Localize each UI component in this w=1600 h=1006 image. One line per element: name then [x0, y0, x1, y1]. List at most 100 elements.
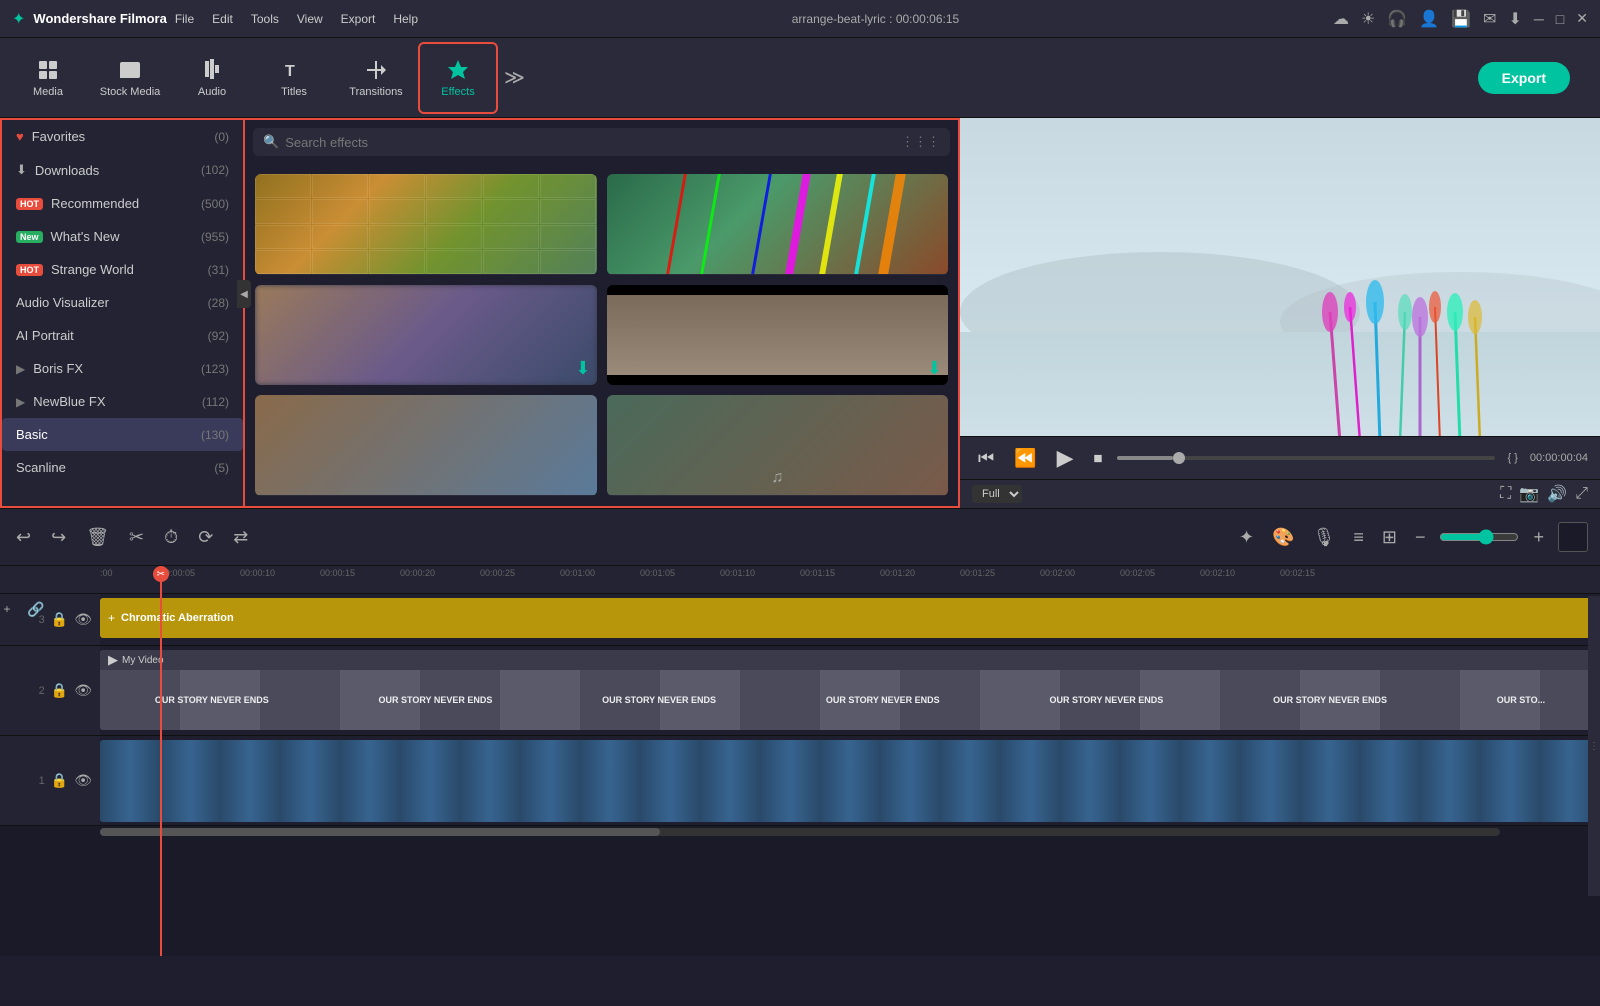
eye-icon-3[interactable]: 👁 — [74, 611, 92, 628]
fullscreen-btn[interactable]: ⤢ — [1575, 485, 1588, 503]
fx-btn[interactable]: ✦ — [1235, 523, 1258, 552]
add-track-btn[interactable]: + — [0, 594, 14, 624]
zoom-slider[interactable] — [1439, 529, 1519, 545]
stock-media-tool-btn[interactable]: Stock Media — [90, 42, 170, 114]
audio-clip[interactable] — [100, 740, 1600, 822]
screenshot-btn[interactable]: 📷 — [1519, 484, 1539, 504]
app-logo-icon: ✦ — [12, 9, 25, 29]
grid-view-icon[interactable]: ⋮⋮⋮ — [901, 134, 940, 150]
speed-ramp-btn[interactable]: ≡ — [1349, 523, 1368, 552]
sidebar-item-basic[interactable]: Basic (130) — [2, 418, 243, 451]
cloud-icon[interactable]: ☁ — [1333, 9, 1349, 29]
audio-tool-btn[interactable]: Audio — [172, 42, 252, 114]
close-button[interactable]: ✕ — [1576, 10, 1588, 27]
download-icon[interactable]: ⬇ — [1508, 9, 1521, 29]
scrollbar-track — [100, 828, 1500, 836]
tick-7: 00:01:05 — [640, 568, 675, 578]
audio-btn[interactable]: 🎙 — [1309, 523, 1340, 552]
ripple-btn[interactable]: ⇄ — [229, 523, 252, 552]
menu-export[interactable]: Export — [341, 12, 376, 26]
timeline-ruler: :00 00:00:05 00:00:10 00:00:15 00:00:20 … — [0, 566, 1600, 594]
stop-btn[interactable]: ⏹ — [1088, 446, 1109, 471]
titles-tool-btn[interactable]: T Titles — [254, 42, 334, 114]
quality-select[interactable]: Full 1/2 1/4 — [972, 485, 1022, 503]
color-btn[interactable]: 🎨 — [1268, 523, 1298, 552]
search-input[interactable] — [285, 135, 895, 150]
effect-card-basic-blur[interactable]: ⬇ Basic Blur — [255, 285, 597, 386]
sidebar-item-recommended[interactable]: HOT Recommended (500) — [2, 187, 243, 220]
effect-card-chromatic[interactable]: Chromatic Aberration — [607, 174, 949, 275]
skip-back-btn[interactable]: ⏮ — [972, 446, 1000, 471]
sidebar-collapse-btn[interactable]: ◀ — [237, 280, 245, 308]
volume-btn[interactable]: 🔊 — [1547, 484, 1567, 504]
link-btn[interactable]: 🔗 — [28, 594, 44, 624]
undo-btn[interactable]: ↩ — [12, 523, 35, 552]
transitions-tool-btn[interactable]: Transitions — [336, 42, 416, 114]
more-tools-btn[interactable]: ≫ — [504, 65, 525, 90]
step-back-btn[interactable]: ⏪ — [1008, 446, 1042, 471]
menu-view[interactable]: View — [297, 12, 323, 26]
playhead-line[interactable] — [160, 566, 162, 956]
sun-icon[interactable]: ☀ — [1361, 9, 1375, 29]
scissors-btn[interactable]: ✂ — [125, 523, 148, 552]
eye-icon-2[interactable]: 👁 — [74, 682, 92, 699]
menu-help[interactable]: Help — [393, 12, 418, 26]
audio-track: 1 🔒 👁 — [0, 736, 1600, 826]
hot-badge-strange: HOT — [16, 264, 43, 276]
sidebar-item-ai-portrait[interactable]: AI Portrait (92) — [2, 319, 243, 352]
sidebar-item-strange-world[interactable]: HOT Strange World (31) — [2, 253, 243, 286]
auto-beat-btn[interactable]: ⟳ — [194, 523, 217, 552]
preview-video — [960, 118, 1600, 436]
delete-btn[interactable]: 🗑 — [82, 523, 113, 552]
effect-thumb-5 — [255, 395, 597, 495]
lock-icon-1[interactable]: 🔒 — [51, 772, 68, 789]
eye-icon-1[interactable]: 👁 — [74, 772, 92, 789]
menu-edit[interactable]: Edit — [212, 12, 233, 26]
zoom-out-btn[interactable]: − — [1411, 523, 1430, 552]
export-button[interactable]: Export — [1478, 62, 1570, 94]
save-icon[interactable]: 💾 — [1451, 9, 1471, 29]
sidebar-item-newblue-fx[interactable]: ▶ NewBlue FX (112) — [2, 385, 243, 418]
maximize-button[interactable]: □ — [1556, 11, 1564, 27]
effects-grid: Mosaic Chromatic Aberration — [245, 164, 958, 506]
arrow-boris: ▶ — [16, 362, 25, 376]
speed-btn[interactable]: ⏱ — [160, 523, 182, 552]
play-btn[interactable]: ▶ — [1051, 443, 1080, 473]
chromatic-aberration-clip[interactable]: + Chromatic Aberration — [100, 598, 1600, 638]
progress-bar[interactable] — [1117, 456, 1496, 460]
timeline-right-handle[interactable]: ⋮ — [1588, 596, 1600, 896]
fit-screen-btn[interactable]: ⛶ — [1500, 485, 1511, 503]
effect-card-6[interactable]: ♫ — [607, 395, 949, 496]
video-clip[interactable]: ▶ My Video OUR STORY NEVER ENDS OUR STOR… — [100, 650, 1600, 730]
sidebar-item-whats-new[interactable]: New What's New (955) — [2, 220, 243, 253]
sidebar-item-audio-visualizer[interactable]: Audio Visualizer (28) — [2, 286, 243, 319]
effects-tool-btn[interactable]: Effects — [418, 42, 498, 114]
arrow-newblue: ▶ — [16, 395, 25, 409]
zoom-in-btn[interactable]: + — [1529, 523, 1548, 552]
play-icon-clip: ▶ — [108, 652, 118, 668]
sidebar-item-favorites[interactable]: ♥ Favorites (0) — [2, 120, 243, 153]
crop-btn[interactable]: ⊞ — [1378, 523, 1401, 552]
progress-thumb[interactable] — [1173, 452, 1185, 464]
effect-card-5[interactable] — [255, 395, 597, 496]
effect-card-cinema[interactable]: ⬇ Cinema 21:9 — [607, 285, 949, 386]
redo-btn[interactable]: ↪ — [47, 523, 70, 552]
minimize-button[interactable]: ─ — [1534, 11, 1544, 27]
notification-icon[interactable]: ✉ — [1483, 9, 1496, 29]
playhead-scissors-icon: ✂ — [157, 569, 165, 580]
tick-0: :00 — [100, 568, 113, 578]
menu-tools[interactable]: Tools — [251, 12, 279, 26]
scrollbar-thumb[interactable] — [100, 828, 660, 836]
headphone-icon[interactable]: 🎧 — [1387, 9, 1407, 29]
lock-icon-3[interactable]: 🔒 — [51, 611, 68, 628]
lock-icon-2[interactable]: 🔒 — [51, 682, 68, 699]
effect-card-mosaic[interactable]: Mosaic — [255, 174, 597, 275]
menu-file[interactable]: File — [175, 12, 194, 26]
media-tool-btn[interactable]: Media — [8, 42, 88, 114]
tick-3: 00:00:15 — [320, 568, 355, 578]
sidebar-item-scanline[interactable]: Scanline (5) — [2, 451, 243, 484]
effect-name-mosaic: Mosaic — [255, 274, 597, 275]
sidebar-item-downloads[interactable]: ⬇ Downloads (102) — [2, 153, 243, 187]
user-icon[interactable]: 👤 — [1419, 9, 1439, 29]
sidebar-item-boris-fx[interactable]: ▶ Boris FX (123) — [2, 352, 243, 385]
